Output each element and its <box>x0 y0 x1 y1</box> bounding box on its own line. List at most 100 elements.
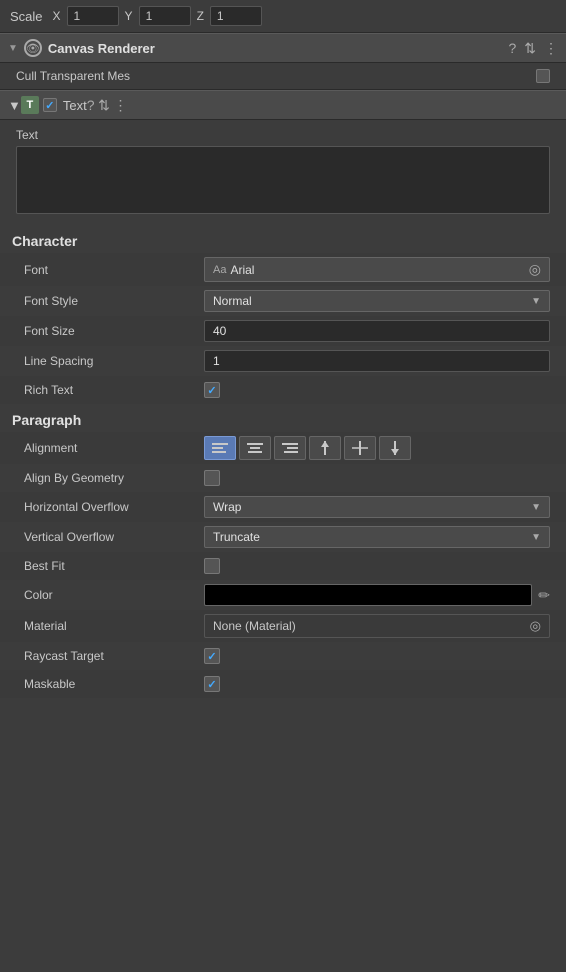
text-section-icon: T <box>21 96 39 114</box>
align-top-button[interactable] <box>309 436 341 460</box>
material-label: Material <box>24 619 204 633</box>
align-right-button[interactable] <box>274 436 306 460</box>
font-size-label: Font Size <box>24 324 204 338</box>
scale-x-input[interactable] <box>67 6 119 26</box>
scale-y-input[interactable] <box>139 6 191 26</box>
font-row: Font Aa Arial ◎ <box>0 253 566 286</box>
color-value: ✏ <box>204 584 550 606</box>
text-sliders-icon[interactable]: ⇅ <box>98 97 110 113</box>
material-name: None (Material) <box>213 619 296 633</box>
x-axis-label: X <box>53 9 61 23</box>
text-help-icon[interactable]: ? <box>87 97 95 113</box>
vertical-overflow-dropdown[interactable]: Truncate ▼ <box>204 526 550 548</box>
align-by-geometry-value <box>204 470 550 486</box>
align-left-button[interactable] <box>204 436 236 460</box>
rich-text-checkbox[interactable]: ✓ <box>204 382 220 398</box>
horizontal-overflow-label: Horizontal Overflow <box>24 500 204 514</box>
raycast-target-checkmark: ✓ <box>207 650 216 663</box>
horizontal-overflow-dropdown[interactable]: Wrap ▼ <box>204 496 550 518</box>
font-aa-label: Aa <box>213 264 226 276</box>
color-swatch-row: ✏ <box>204 584 550 606</box>
eye-icon: 👁 <box>26 42 40 55</box>
line-spacing-label: Line Spacing <box>24 354 204 368</box>
align-by-geometry-checkbox[interactable] <box>204 470 220 486</box>
text-content-area: Text <box>0 120 566 225</box>
font-selector[interactable]: Aa Arial ◎ <box>204 257 550 282</box>
text-enabled-checkbox[interactable]: ✓ <box>43 98 57 112</box>
horizontal-overflow-selected: Wrap <box>213 500 241 514</box>
more-icon[interactable]: ⋮ <box>544 40 558 57</box>
cull-transparent-row: Cull Transparent Mes <box>0 63 566 89</box>
vertical-overflow-arrow: ▼ <box>531 532 541 543</box>
canvas-renderer-header[interactable]: ▼ 👁 Canvas Renderer ? ⇅ ⋮ <box>0 33 566 63</box>
best-fit-row: Best Fit <box>0 552 566 580</box>
paragraph-group-label: Paragraph <box>0 404 566 432</box>
material-row: Material None (Material) ◎ <box>0 610 566 642</box>
text-textarea[interactable] <box>16 146 550 214</box>
y-axis-label: Y <box>125 9 133 23</box>
material-target-icon[interactable]: ◎ <box>530 618 541 634</box>
rich-text-label: Rich Text <box>24 383 204 397</box>
vertical-overflow-label: Vertical Overflow <box>24 530 204 544</box>
maskable-row: Maskable ✓ <box>0 670 566 698</box>
cull-transparent-label: Cull Transparent Mes <box>16 69 536 83</box>
best-fit-checkbox[interactable] <box>204 558 220 574</box>
text-more-icon[interactable]: ⋮ <box>114 97 128 113</box>
raycast-target-row: Raycast Target ✓ <box>0 642 566 670</box>
align-bottom-button[interactable] <box>379 436 411 460</box>
align-middle-button[interactable] <box>344 436 376 460</box>
cull-transparent-checkbox[interactable] <box>536 69 550 83</box>
text-section-chevron: ▼ <box>8 98 21 113</box>
scale-z-input[interactable] <box>210 6 262 26</box>
align-by-geometry-row: Align By Geometry <box>0 464 566 492</box>
font-size-input[interactable] <box>204 320 550 342</box>
help-icon[interactable]: ? <box>508 40 516 56</box>
line-spacing-input[interactable] <box>204 350 550 372</box>
maskable-value: ✓ <box>204 676 550 692</box>
raycast-target-label: Raycast Target <box>24 649 204 663</box>
alignment-button-group <box>204 436 550 460</box>
maskable-checkbox[interactable]: ✓ <box>204 676 220 692</box>
z-axis-label: Z <box>197 9 204 23</box>
font-style-arrow: ▼ <box>531 296 541 307</box>
text-enabled-checkmark: ✓ <box>45 99 54 112</box>
font-name-label: Arial <box>230 263 524 277</box>
font-target-icon[interactable]: ◎ <box>529 261 541 278</box>
character-group-label: Character <box>0 225 566 253</box>
rich-text-row: Rich Text ✓ <box>0 376 566 404</box>
font-style-dropdown[interactable]: Normal ▼ <box>204 290 550 312</box>
eyedropper-icon[interactable]: ✏ <box>538 587 550 604</box>
horizontal-overflow-row: Horizontal Overflow Wrap ▼ <box>0 492 566 522</box>
line-spacing-value <box>204 350 550 372</box>
font-style-value: Normal ▼ <box>204 290 550 312</box>
alignment-row: Alignment <box>0 432 566 464</box>
font-style-label: Font Style <box>24 294 204 308</box>
color-swatch[interactable] <box>204 584 532 606</box>
raycast-target-value: ✓ <box>204 648 550 664</box>
raycast-target-checkbox[interactable]: ✓ <box>204 648 220 664</box>
horizontal-overflow-value: Wrap ▼ <box>204 496 550 518</box>
canvas-renderer-chevron: ▼ <box>8 43 18 54</box>
maskable-checkmark: ✓ <box>207 678 216 691</box>
canvas-renderer-title: Canvas Renderer <box>48 41 509 56</box>
align-by-geometry-label: Align By Geometry <box>24 471 204 485</box>
color-label: Color <box>24 588 204 602</box>
align-center-button[interactable] <box>239 436 271 460</box>
text-section-header[interactable]: ▼ T ✓ Text ? ⇅ ⋮ <box>0 90 566 120</box>
best-fit-value <box>204 558 550 574</box>
font-size-row: Font Size <box>0 316 566 346</box>
best-fit-label: Best Fit <box>24 559 204 573</box>
line-spacing-row: Line Spacing <box>0 346 566 376</box>
color-row: Color ✏ <box>0 580 566 610</box>
vertical-overflow-selected: Truncate <box>213 530 260 544</box>
vertical-overflow-value: Truncate ▼ <box>204 526 550 548</box>
rich-text-value: ✓ <box>204 382 550 398</box>
sliders-icon[interactable]: ⇅ <box>524 40 536 57</box>
scale-label: Scale <box>10 9 43 24</box>
vertical-overflow-row: Vertical Overflow Truncate ▼ <box>0 522 566 552</box>
canvas-renderer-icon: 👁 <box>24 39 42 57</box>
horizontal-overflow-arrow: ▼ <box>531 502 541 513</box>
maskable-label: Maskable <box>24 677 204 691</box>
material-display[interactable]: None (Material) ◎ <box>204 614 550 638</box>
font-label: Font <box>24 263 204 277</box>
